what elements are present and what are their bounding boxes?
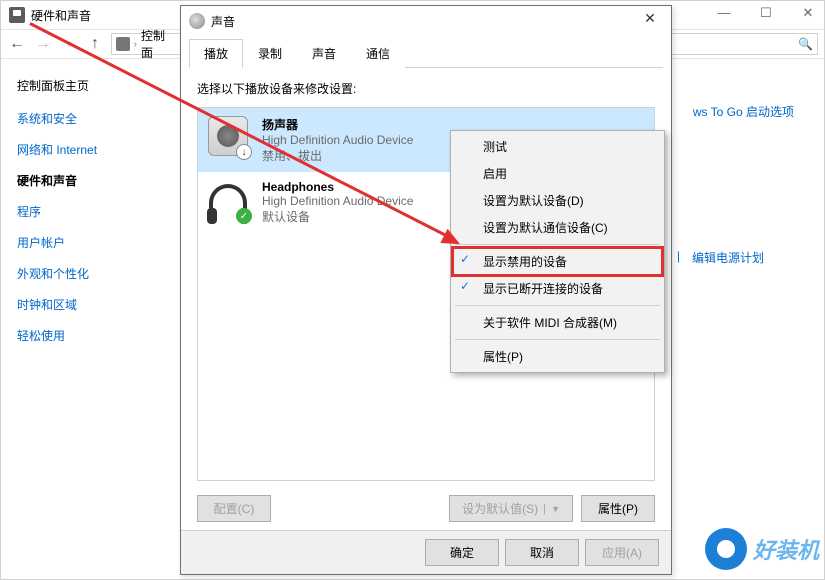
nav-forward-button[interactable]: →: [33, 34, 53, 54]
configure-button[interactable]: 配置(C): [197, 495, 271, 522]
watermark-icon: [705, 528, 747, 570]
apply-button[interactable]: 应用(A): [585, 539, 659, 566]
sidebar-item[interactable]: 系统和安全: [17, 110, 135, 127]
device-status: 默认设备: [262, 208, 413, 225]
context-menu-label: 显示已断开连接的设备: [483, 282, 603, 296]
device-desc: High Definition Audio Device: [262, 133, 413, 147]
maximize-button[interactable]: ☐: [754, 5, 778, 21]
dialog-instruction: 选择以下播放设备来修改设置:: [197, 80, 655, 97]
context-menu-label: 关于软件 MIDI 合成器(M): [483, 316, 617, 330]
close-button[interactable]: ✕: [796, 5, 820, 21]
context-menu-label: 属性(P): [483, 350, 523, 364]
context-menu-item[interactable]: 启用: [453, 160, 662, 187]
breadcrumb-text: 控制面: [141, 27, 176, 61]
set-default-button[interactable]: 设为默认值(S) ▼: [449, 495, 573, 522]
check-icon: ✓: [460, 279, 470, 293]
watermark-text: 好装机: [753, 533, 819, 565]
sidebar-item[interactable]: 外观和个性化: [17, 265, 135, 282]
context-menu-item[interactable]: 设置为默认通信设备(C): [453, 214, 662, 241]
tab-0[interactable]: 播放: [189, 39, 243, 68]
chevron-right-icon: ›: [134, 39, 137, 50]
down-arrow-icon: ↓: [236, 144, 252, 160]
dialog-title: 声音: [211, 13, 235, 30]
context-menu-label: 设置为默认设备(D): [483, 194, 584, 208]
search-icon: 🔍: [798, 37, 813, 51]
context-menu-item[interactable]: 关于软件 MIDI 合成器(M): [453, 309, 662, 336]
context-menu-item[interactable]: 属性(P): [453, 343, 662, 370]
context-menu-item[interactable]: ✓ 显示已断开连接的设备: [453, 275, 662, 302]
context-menu-item[interactable]: 设置为默认设备(D): [453, 187, 662, 214]
dialog-close-button[interactable]: ✕: [635, 10, 665, 27]
window-title: 硬件和声音: [31, 7, 91, 24]
context-menu-item[interactable]: 测试: [453, 133, 662, 160]
tab-2[interactable]: 声音: [297, 39, 351, 68]
link-edit-power-plan[interactable]: 编辑电源计划: [692, 249, 764, 266]
sidebar-heading: 控制面板主页: [17, 77, 135, 94]
sidebar-item[interactable]: 程序: [17, 203, 135, 220]
ok-button[interactable]: 确定: [425, 539, 499, 566]
tab-3[interactable]: 通信: [351, 39, 405, 68]
set-default-label: 设为默认值(S): [462, 500, 538, 517]
device-name: 扬声器: [262, 116, 413, 133]
sidebar-item[interactable]: 时钟和区域: [17, 296, 135, 313]
cancel-button[interactable]: 取消: [505, 539, 579, 566]
context-menu-item[interactable]: ✓ 显示禁用的设备: [453, 248, 662, 275]
context-menu-label: 测试: [483, 140, 507, 154]
check-icon: ✓: [236, 208, 252, 224]
device-status: 禁用、拔出: [262, 147, 413, 164]
check-icon: ✓: [460, 252, 470, 266]
tab-1[interactable]: 录制: [243, 39, 297, 68]
link-ws-to-go[interactable]: ws To Go 启动选项: [693, 103, 794, 120]
chevron-down-icon: ▼: [544, 504, 560, 514]
breadcrumb-icon: [116, 37, 130, 51]
context-menu-label: 设置为默认通信设备(C): [483, 221, 608, 235]
sound-dialog-icon: [189, 13, 205, 29]
sidebar-item[interactable]: 用户帐户: [17, 234, 135, 251]
sidebar-item[interactable]: 网络和 Internet: [17, 141, 135, 158]
nav-back-button[interactable]: ←: [7, 34, 27, 54]
minimize-button[interactable]: —: [712, 5, 736, 21]
watermark: 好装机: [705, 528, 819, 570]
context-menu-label: 显示禁用的设备: [483, 255, 567, 269]
divider: |: [677, 249, 680, 263]
control-panel-icon: [9, 7, 25, 23]
breadcrumb[interactable]: › 控制面: [111, 33, 181, 55]
headphones-icon: ✓: [208, 180, 250, 222]
sidebar-item[interactable]: 轻松使用: [17, 327, 135, 344]
context-menu-label: 启用: [483, 167, 507, 181]
sidebar-item[interactable]: 硬件和声音: [17, 172, 135, 189]
properties-button[interactable]: 属性(P): [581, 495, 655, 522]
